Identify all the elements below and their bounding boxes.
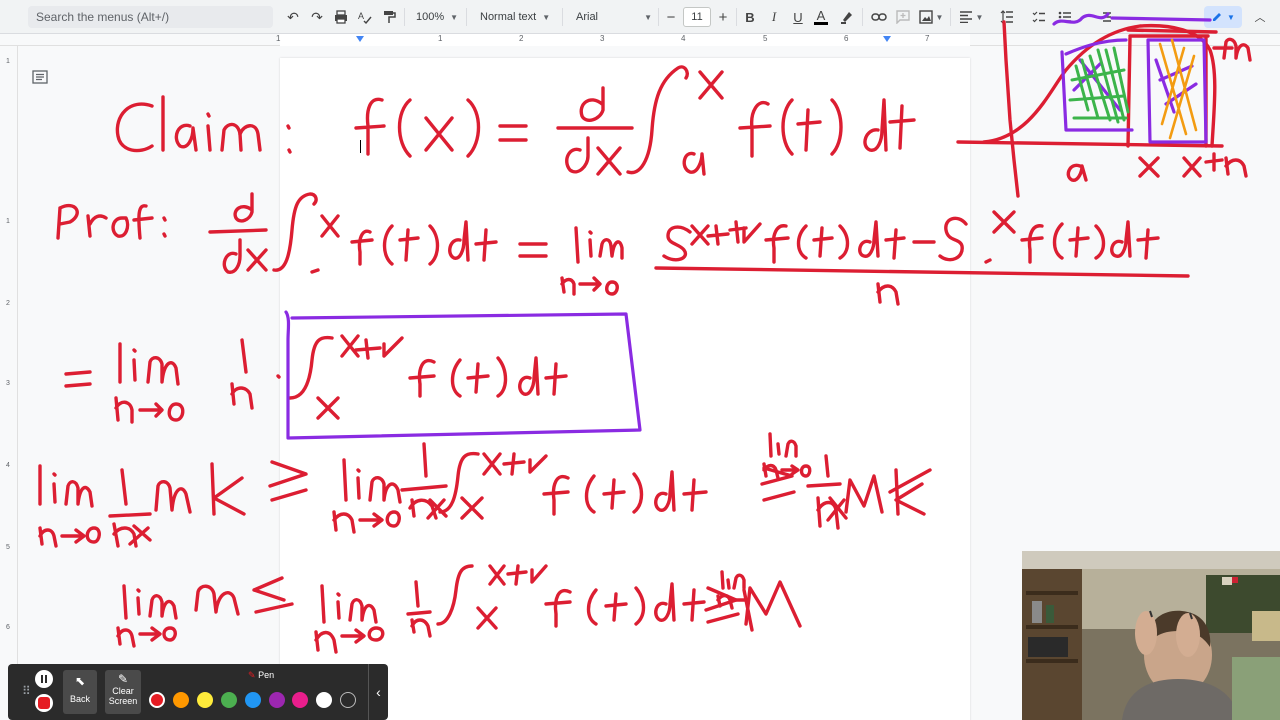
insert-image-icon[interactable]: ▼ [918, 6, 944, 28]
color-swatch-white[interactable] [316, 692, 332, 708]
webcam-video [1022, 551, 1280, 720]
comment-icon[interactable] [894, 6, 912, 28]
text-color-button[interactable]: A [812, 6, 830, 28]
color-swatch-black[interactable] [340, 692, 356, 708]
toolbar-divider [466, 8, 467, 26]
checklist-icon[interactable] [1030, 6, 1048, 28]
toolbar: Search the menus (Alt+/) ↶ ↷ A 100% ▼ Nor… [0, 0, 1280, 34]
right-indent-marker[interactable] [883, 36, 891, 42]
redo-icon[interactable]: ↷ [308, 6, 326, 28]
ink-orange-shading [1158, 38, 1198, 140]
underline-button[interactable]: U [790, 6, 806, 28]
pause-recording-button[interactable] [35, 670, 53, 688]
toolbar-divider [950, 8, 951, 26]
line-spacing-icon[interactable] [998, 6, 1016, 28]
toolbar-divider [736, 8, 737, 26]
color-swatch-orange[interactable] [173, 692, 189, 708]
ruler-number: 4 [681, 34, 686, 43]
menu-search-input[interactable]: Search the menus (Alt+/) [28, 6, 273, 28]
color-swatch-blue[interactable] [245, 692, 261, 708]
ruler-number: 1 [438, 34, 443, 43]
ink-green-shading [1068, 46, 1130, 124]
ruler-number: 3 [600, 34, 605, 43]
paint-format-icon[interactable] [380, 6, 398, 28]
more-options-icon[interactable]: ⋯ [1130, 6, 1148, 28]
left-indent-marker[interactable] [356, 36, 364, 42]
drag-handle-icon[interactable]: ⠿ [22, 684, 31, 698]
zoom-select[interactable]: 100% ▼ [416, 6, 458, 28]
cursor-icon: ⬉ [74, 674, 86, 688]
spellcheck-icon[interactable]: A [356, 6, 374, 28]
ruler-number: 2 [519, 34, 524, 43]
ruler-number: 2 [6, 300, 10, 307]
editing-mode-button[interactable]: ▼ [1204, 6, 1242, 28]
color-swatch-green[interactable] [221, 692, 237, 708]
ink-graph [956, 20, 1252, 198]
ruler-page-area [280, 34, 970, 46]
document-outline-icon[interactable] [32, 70, 50, 88]
numbered-list-icon[interactable] [1096, 6, 1114, 28]
toolbar-divider [862, 8, 863, 26]
ruler-number: 6 [844, 34, 849, 43]
font-select[interactable]: Arial ▼ [576, 6, 652, 28]
bulleted-list-icon[interactable] [1056, 6, 1074, 28]
webcam-overlay [1022, 551, 1280, 720]
print-icon[interactable] [332, 6, 350, 28]
document-page[interactable] [280, 58, 970, 720]
ruler-number: 5 [763, 34, 768, 43]
color-swatch-pink[interactable] [292, 692, 308, 708]
ruler-number: 1 [6, 58, 10, 65]
eraser-icon: ✎ [117, 672, 129, 686]
color-swatch-red[interactable] [149, 692, 165, 708]
undo-icon[interactable]: ↶ [284, 6, 302, 28]
ruler-number: 1 [276, 34, 281, 43]
bold-button[interactable]: B [742, 6, 758, 28]
toolbar-divider [562, 8, 563, 26]
style-select[interactable]: Normal text ▼ [480, 6, 550, 28]
clear-screen-button[interactable]: ✎ Clear Screen [105, 670, 141, 714]
text-cursor [360, 140, 361, 153]
font-size-input[interactable]: 11 [683, 7, 711, 27]
increase-font-button[interactable]: + [716, 6, 730, 28]
color-swatch-purple[interactable] [269, 692, 285, 708]
annotation-toolbar: ⠿ ⬉ Back ✎ Clear Screen ✎ Pen ‹ [8, 664, 388, 720]
ruler-number: 4 [6, 462, 10, 469]
stop-recording-button[interactable] [35, 694, 53, 712]
decrease-font-button[interactable]: − [664, 6, 678, 28]
align-icon[interactable]: ▼ [958, 6, 984, 28]
ruler-number: 3 [6, 380, 10, 387]
pen-icon: ✎ [248, 670, 256, 680]
color-swatch-yellow[interactable] [197, 692, 213, 708]
google-docs-window: Search the menus (Alt+/) ↶ ↷ A 100% ▼ Nor… [0, 0, 1280, 720]
ruler-number: 7 [925, 34, 930, 43]
italic-button[interactable]: I [766, 6, 782, 28]
svg-text:A: A [358, 11, 364, 21]
pen-tool-label: ✎ Pen [248, 670, 275, 680]
ruler-number: 5 [6, 544, 10, 551]
collapse-toolbar-icon[interactable]: ‹ [368, 664, 388, 720]
collapse-menu-icon[interactable]: ︿ [1252, 6, 1268, 28]
link-icon[interactable] [870, 6, 888, 28]
horizontal-ruler: 1 1 2 3 4 5 6 7 [0, 34, 1280, 46]
toolbar-divider [658, 8, 659, 26]
ruler-number: 1 [6, 218, 10, 225]
back-button[interactable]: ⬉ Back [63, 670, 97, 714]
vertical-ruler: 1 1 2 3 4 5 6 [0, 46, 18, 720]
highlight-icon[interactable] [838, 6, 856, 28]
ruler-number: 6 [6, 624, 10, 631]
toolbar-divider [404, 8, 405, 26]
